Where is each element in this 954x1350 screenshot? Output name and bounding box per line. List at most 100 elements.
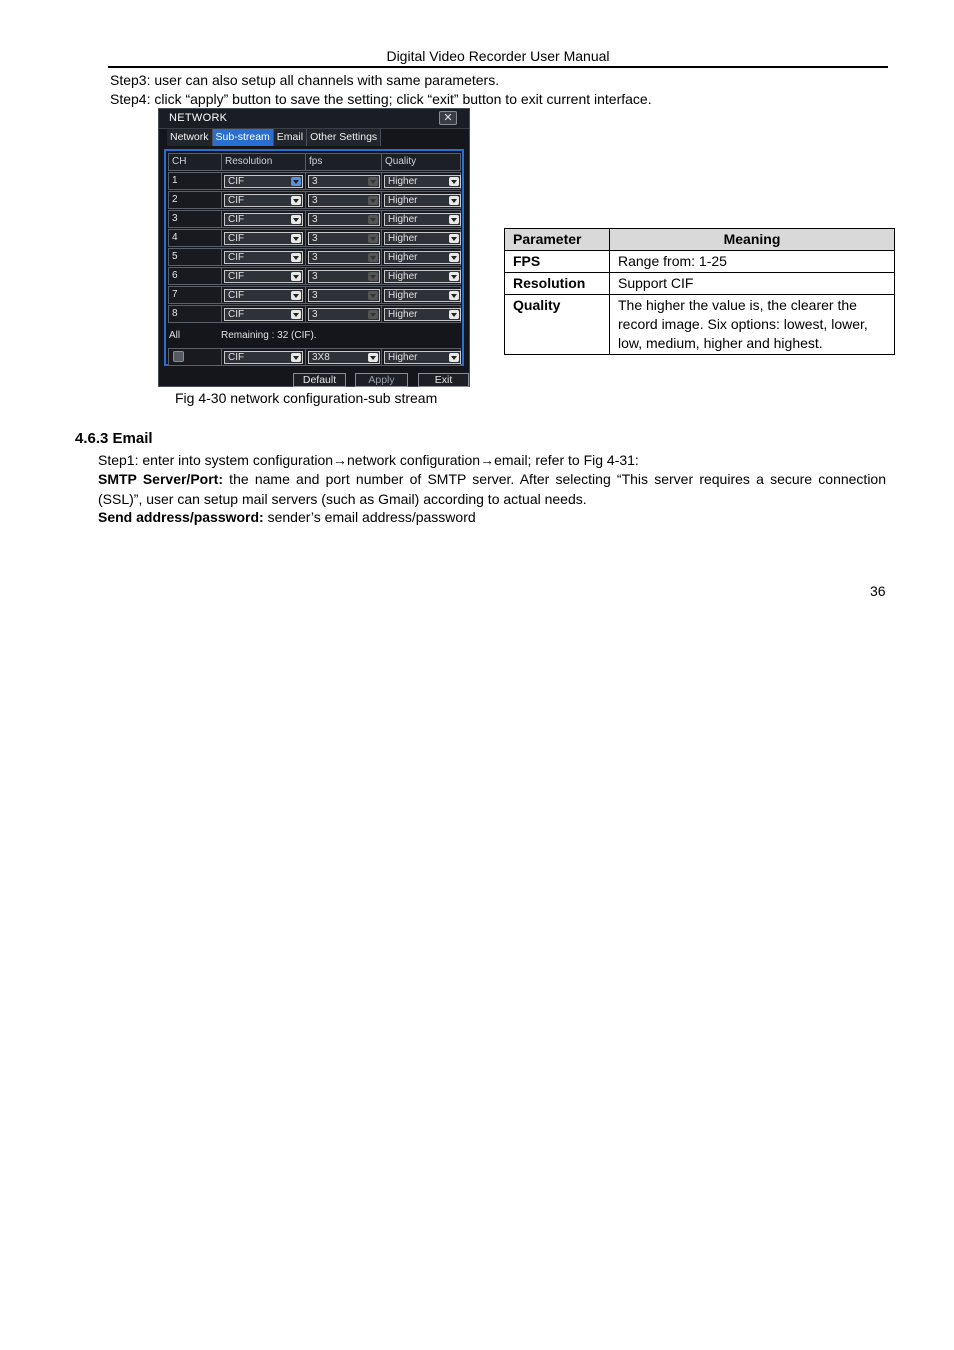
channel-number: 5 [168, 248, 222, 266]
chevron-down-icon [368, 177, 378, 186]
page-number: 36 [870, 583, 886, 599]
fps-select[interactable]: 3 [308, 175, 380, 188]
all-fps-select[interactable]: 3X8 [308, 351, 380, 364]
quality-select[interactable]: Higher [384, 213, 461, 226]
step3-text: Step3: user can also setup all channels … [110, 72, 500, 88]
resolution-cell: CIF [221, 305, 306, 323]
chevron-down-icon [368, 272, 378, 281]
apply-button[interactable]: Apply [355, 373, 408, 387]
quality-cell: Higher [381, 210, 461, 228]
exit-button[interactable]: Exit [418, 373, 469, 387]
chevron-down-icon [368, 353, 378, 362]
remaining-text: Remaining : 32 (CIF). [221, 330, 317, 341]
table-row: Quality The higher the value is, the cle… [504, 294, 895, 355]
chevron-down-icon [291, 253, 301, 262]
table-row: FPS Range from: 1-25 [504, 250, 895, 273]
chevron-down-icon [291, 234, 301, 243]
close-icon[interactable]: ✕ [439, 111, 457, 125]
chevron-down-icon [291, 177, 301, 186]
resolution-value: CIF [228, 252, 245, 263]
quality-value: Higher [388, 252, 418, 263]
quality-select[interactable]: Higher [384, 308, 461, 321]
fps-select[interactable]: 3 [308, 232, 380, 245]
table-row: Resolution Support CIF [504, 272, 895, 295]
channel-row: 7 CIF 3 Higher [168, 286, 461, 304]
header-parameter: Parameter [504, 228, 610, 251]
header-meaning: Meaning [609, 228, 895, 251]
channel-number: 3 [168, 210, 222, 228]
resolution-select[interactable]: CIF [224, 213, 303, 226]
resolution-select[interactable]: CIF [224, 308, 303, 321]
quality-select[interactable]: Higher [384, 194, 461, 207]
all-resolution-value: CIF [228, 352, 245, 363]
quality-cell: Higher [381, 267, 461, 285]
fps-cell: 3 [305, 305, 382, 323]
all-checkbox[interactable] [173, 351, 184, 362]
chevron-down-icon [291, 310, 301, 319]
default-button[interactable]: Default [293, 373, 346, 387]
chevron-down-icon [368, 234, 378, 243]
fps-select[interactable]: 3 [308, 251, 380, 264]
parameter-table-header: Parameter Meaning [504, 228, 895, 251]
fps-value: 3 [312, 176, 318, 187]
tab-network[interactable]: Network [167, 129, 213, 146]
header-resolution: Resolution [221, 153, 306, 171]
all-resolution-select[interactable]: CIF [224, 351, 303, 364]
chevron-down-icon [291, 353, 301, 362]
chevron-down-icon [449, 215, 459, 224]
resolution-cell: CIF [221, 191, 306, 209]
channel-number: 4 [168, 229, 222, 247]
tab-sub-stream[interactable]: Sub-stream [212, 129, 274, 146]
quality-select[interactable]: Higher [384, 289, 461, 302]
chevron-down-icon [291, 196, 301, 205]
tab-bar: Network Sub-stream Email Other Settings [167, 129, 382, 146]
fps-cell: 3 [305, 210, 382, 228]
email-step1-text: Step1: enter into system configuration→n… [98, 452, 639, 468]
quality-cell: Higher [381, 248, 461, 266]
chevron-down-icon [449, 196, 459, 205]
parameter-name: FPS [504, 250, 610, 273]
grid-header-row: CH Resolution fps Quality [168, 153, 461, 171]
quality-cell: Higher [381, 229, 461, 247]
all-channels-row: CIF 3X8 Higher [168, 348, 461, 366]
quality-value: Higher [388, 214, 418, 225]
parameter-meaning: The higher the value is, the clearer the… [609, 294, 895, 355]
quality-value: Higher [388, 309, 418, 320]
quality-cell: Higher [381, 191, 461, 209]
quality-select[interactable]: Higher [384, 175, 461, 188]
sub-stream-panel: CH Resolution fps Quality 1 CIF 3 Higher… [164, 149, 464, 366]
step4-text: Step4: click “apply” button to save the … [110, 91, 652, 107]
all-quality-cell: Higher [381, 348, 461, 366]
tab-email[interactable]: Email [273, 129, 308, 146]
quality-select[interactable]: Higher [384, 251, 461, 264]
fps-select[interactable]: 3 [308, 289, 380, 302]
all-quality-select[interactable]: Higher [384, 351, 461, 364]
channel-row: 5 CIF 3 Higher [168, 248, 461, 266]
fps-select[interactable]: 3 [308, 270, 380, 283]
fps-select[interactable]: 3 [308, 308, 380, 321]
resolution-value: CIF [228, 195, 245, 206]
resolution-select[interactable]: CIF [224, 194, 303, 207]
figure-caption: Fig 4-30 network configuration-sub strea… [175, 390, 438, 406]
parameter-meaning: Range from: 1-25 [609, 250, 895, 273]
resolution-select[interactable]: CIF [224, 175, 303, 188]
tab-other-settings[interactable]: Other Settings [307, 129, 382, 146]
fps-value: 3 [312, 290, 318, 301]
chevron-down-icon [449, 272, 459, 281]
resolution-value: CIF [228, 233, 245, 244]
quality-select[interactable]: Higher [384, 232, 461, 245]
resolution-select[interactable]: CIF [224, 232, 303, 245]
fps-select[interactable]: 3 [308, 213, 380, 226]
fps-select[interactable]: 3 [308, 194, 380, 207]
chevron-down-icon [449, 177, 459, 186]
resolution-select[interactable]: CIF [224, 270, 303, 283]
quality-select[interactable]: Higher [384, 270, 461, 283]
channel-row: 6 CIF 3 Higher [168, 267, 461, 285]
resolution-select[interactable]: CIF [224, 251, 303, 264]
resolution-value: CIF [228, 176, 245, 187]
chevron-down-icon [449, 253, 459, 262]
all-checkbox-cell [168, 348, 222, 366]
header-rule [108, 66, 888, 68]
all-label: All [169, 330, 181, 341]
resolution-select[interactable]: CIF [224, 289, 303, 302]
